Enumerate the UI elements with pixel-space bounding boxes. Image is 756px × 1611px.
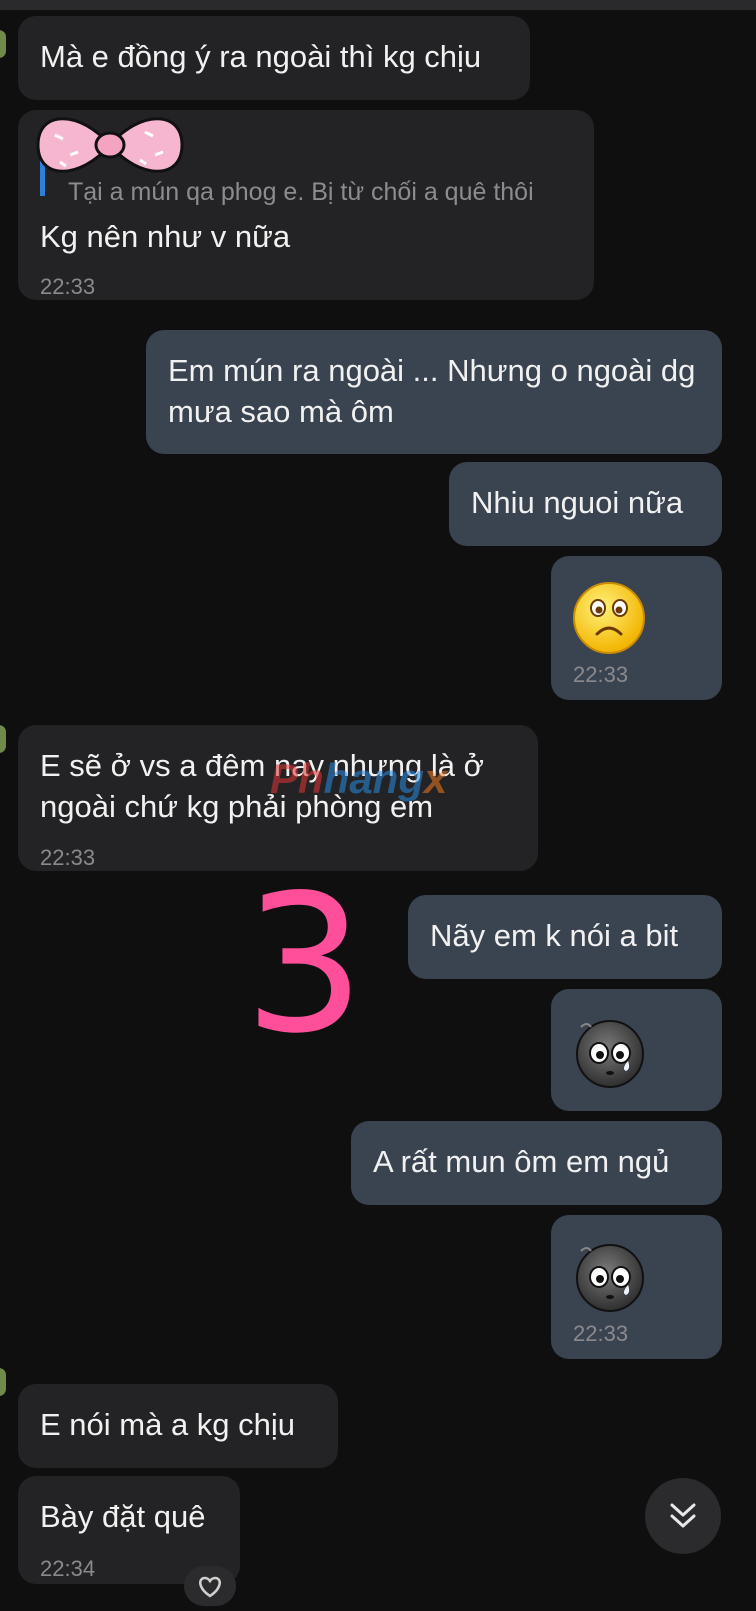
top-bar xyxy=(0,0,756,10)
message-text: E nói mà a kg chịu xyxy=(40,1407,296,1442)
message-text: Kg nên như v nữa xyxy=(40,219,291,254)
timestamp: 22:33 xyxy=(40,845,96,870)
message-bubble[interactable]: A rất mun ôm em ngủ xyxy=(351,1121,722,1205)
message-bubble[interactable]: E nói mà a kg chịu xyxy=(18,1384,338,1468)
sad-face-icon xyxy=(573,582,645,654)
gray-tearful-face-icon xyxy=(576,1244,644,1312)
timestamp: 22:34 xyxy=(40,1556,96,1581)
message-bubble[interactable]: Em mún ra ngoài ... Nhưng o ngoài dg mưa… xyxy=(146,330,722,454)
scroll-to-bottom-button[interactable] xyxy=(645,1478,721,1554)
overlay-number: 3 xyxy=(244,854,365,1075)
avatar[interactable] xyxy=(0,725,6,753)
avatar[interactable] xyxy=(0,1368,6,1396)
timestamp: 22:33 xyxy=(40,274,96,299)
message-text: Bày đặt quê xyxy=(40,1499,206,1534)
watermark: Phhangx xyxy=(270,755,448,802)
message-bubble[interactable]: Nãy em k nói a bit xyxy=(408,895,722,979)
message-bubble[interactable]: Mà e đồng ý ra ngoài thì kg chịu xyxy=(18,16,530,100)
message-bubble[interactable]: Nhiu nguoi nữa xyxy=(449,462,722,546)
message-text: Em mún ra ngoài ... Nhưng o ngoài dg mưa… xyxy=(168,353,696,429)
message-text: A rất mun ôm em ngủ xyxy=(373,1144,670,1179)
timestamp: 22:33 xyxy=(573,1321,629,1346)
message-bubble-emoji[interactable]: 22:33 xyxy=(551,1215,722,1359)
avatar[interactable] xyxy=(0,30,6,58)
message-text: Nhiu nguoi nữa xyxy=(471,485,684,520)
gray-tearful-face-icon xyxy=(576,1020,644,1088)
message-bubble-emoji[interactable]: 22:33 xyxy=(551,556,722,700)
message-bubble-reply[interactable]: Tại a mún qa phog e. Bị từ chối a quê th… xyxy=(18,110,594,300)
heart-reaction-icon[interactable] xyxy=(184,1566,236,1606)
bow-sticker xyxy=(36,117,184,173)
message-text: Mà e đồng ý ra ngoài thì kg chịu xyxy=(40,39,482,74)
message-bubble-emoji[interactable] xyxy=(551,989,722,1111)
chevrons-down-icon xyxy=(670,1503,696,1528)
message-text: Nãy em k nói a bit xyxy=(430,918,679,953)
timestamp: 22:33 xyxy=(573,662,629,687)
